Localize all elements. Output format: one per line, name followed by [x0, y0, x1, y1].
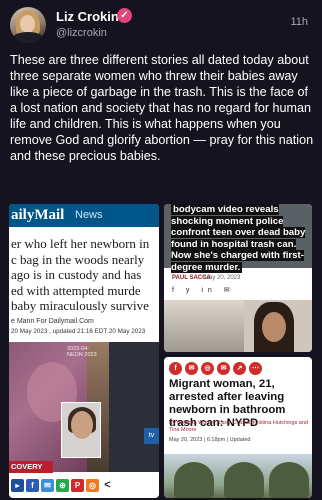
dailymail-section: News — [75, 209, 103, 221]
author-handle[interactable]: @lizcrokin — [56, 27, 107, 39]
dailymail-headline-line: ago is in custody and has — [11, 267, 142, 282]
dailymail-photo-officer — [109, 342, 159, 472]
dailymail-mugshot — [61, 402, 101, 458]
photo-tree — [269, 462, 309, 498]
post-timestamp[interactable]: 11h — [290, 16, 308, 28]
watermark-line: NEON 2023 — [67, 352, 97, 358]
recovery-label: COVERY — [9, 461, 53, 473]
dailymail-headline-line: baby miraculously survive — [11, 298, 149, 313]
attached-image-nypost[interactable]: f ✉ ◎ ✉ ↗ ⋯ Migrant woman, 21, arrested … — [164, 357, 312, 498]
mugshot-face — [71, 411, 93, 439]
avatar-shoulders — [12, 32, 44, 43]
nbc-photo-face — [262, 312, 286, 342]
dailymail-headline-line: c bag in the woods nearly — [11, 251, 145, 267]
avatar[interactable] — [10, 7, 46, 43]
nypost-date: May 20, 2023 | 6:18pm | Updated — [169, 437, 251, 443]
whatsapp-icon[interactable]: ◎ — [201, 362, 214, 375]
photo-watermark: 2023-04- NEON 2023 — [67, 346, 97, 358]
post-text: These are three different stories all da… — [10, 53, 314, 163]
dailymail-headline: er who left her newborn in c bag in the … — [11, 236, 159, 314]
share-icon[interactable]: < — [101, 479, 114, 492]
dailymail-photo: 2023-04- NEON 2023 tv — [9, 342, 159, 472]
nbc-date: May 20, 2023 — [204, 275, 241, 281]
post-header: Liz Crokin ✓ @lizcrokin 11h — [0, 0, 322, 48]
whatsapp-icon[interactable]: ⊕ — [56, 479, 69, 492]
nbc-headline: bodycam video reveals shocking moment po… — [171, 204, 311, 273]
nbc-photo — [164, 300, 312, 352]
nypost-byline: By Georgia Worrell, Larry Celona, Kristi… — [169, 420, 308, 433]
more-icon[interactable]: ⋯ — [249, 362, 262, 375]
dailymail-byline: e Mann For Dailymail.Com — [11, 318, 94, 325]
facebook-icon[interactable]: f — [169, 362, 182, 375]
dailymail-logo: ailyMail — [11, 207, 65, 223]
avatar-face — [20, 15, 35, 33]
attached-image-dailymail[interactable]: ailyMail News er who left her newborn in… — [9, 204, 159, 498]
dailymail-headline-line: ed with attempted murde — [11, 282, 141, 298]
messenger-icon[interactable]: ✉ — [217, 362, 230, 375]
nbc-social-icons: f y in ✉ — [172, 287, 235, 294]
pinterest-icon[interactable]: P — [71, 479, 84, 492]
dailymail-header-bar: ailyMail News — [9, 204, 159, 227]
email-icon[interactable]: ✉ — [41, 479, 54, 492]
rss-icon[interactable]: ◎ — [86, 479, 99, 492]
share-icon[interactable]: ↗ — [233, 362, 246, 375]
author-name[interactable]: Liz Crokin — [56, 9, 119, 24]
photo-tree — [174, 462, 214, 498]
nypost-photo — [164, 454, 312, 498]
attached-image-news-bodycam[interactable]: bodycam video reveals shocking moment po… — [164, 204, 312, 352]
tv-logo-icon: tv — [144, 428, 159, 444]
email-icon[interactable]: ✉ — [185, 362, 198, 375]
dailymail-dateline: 20 May 2023 , updated 21:16 EDT 20 May 2… — [11, 328, 146, 335]
verified-badge-icon: ✓ — [117, 8, 132, 23]
share-row: ▸ f ✉ ⊕ P ◎ < — [9, 476, 159, 498]
dailymail-headline-line: er who left her newborn in — [11, 236, 150, 251]
photo-tree — [224, 462, 264, 498]
nbc-headline-text: bodycam video reveals shocking moment po… — [171, 204, 306, 273]
facebook-icon[interactable]: f — [26, 479, 39, 492]
nbc-photo-room — [164, 300, 244, 352]
share-arrow-icon[interactable]: ▸ — [11, 479, 24, 492]
